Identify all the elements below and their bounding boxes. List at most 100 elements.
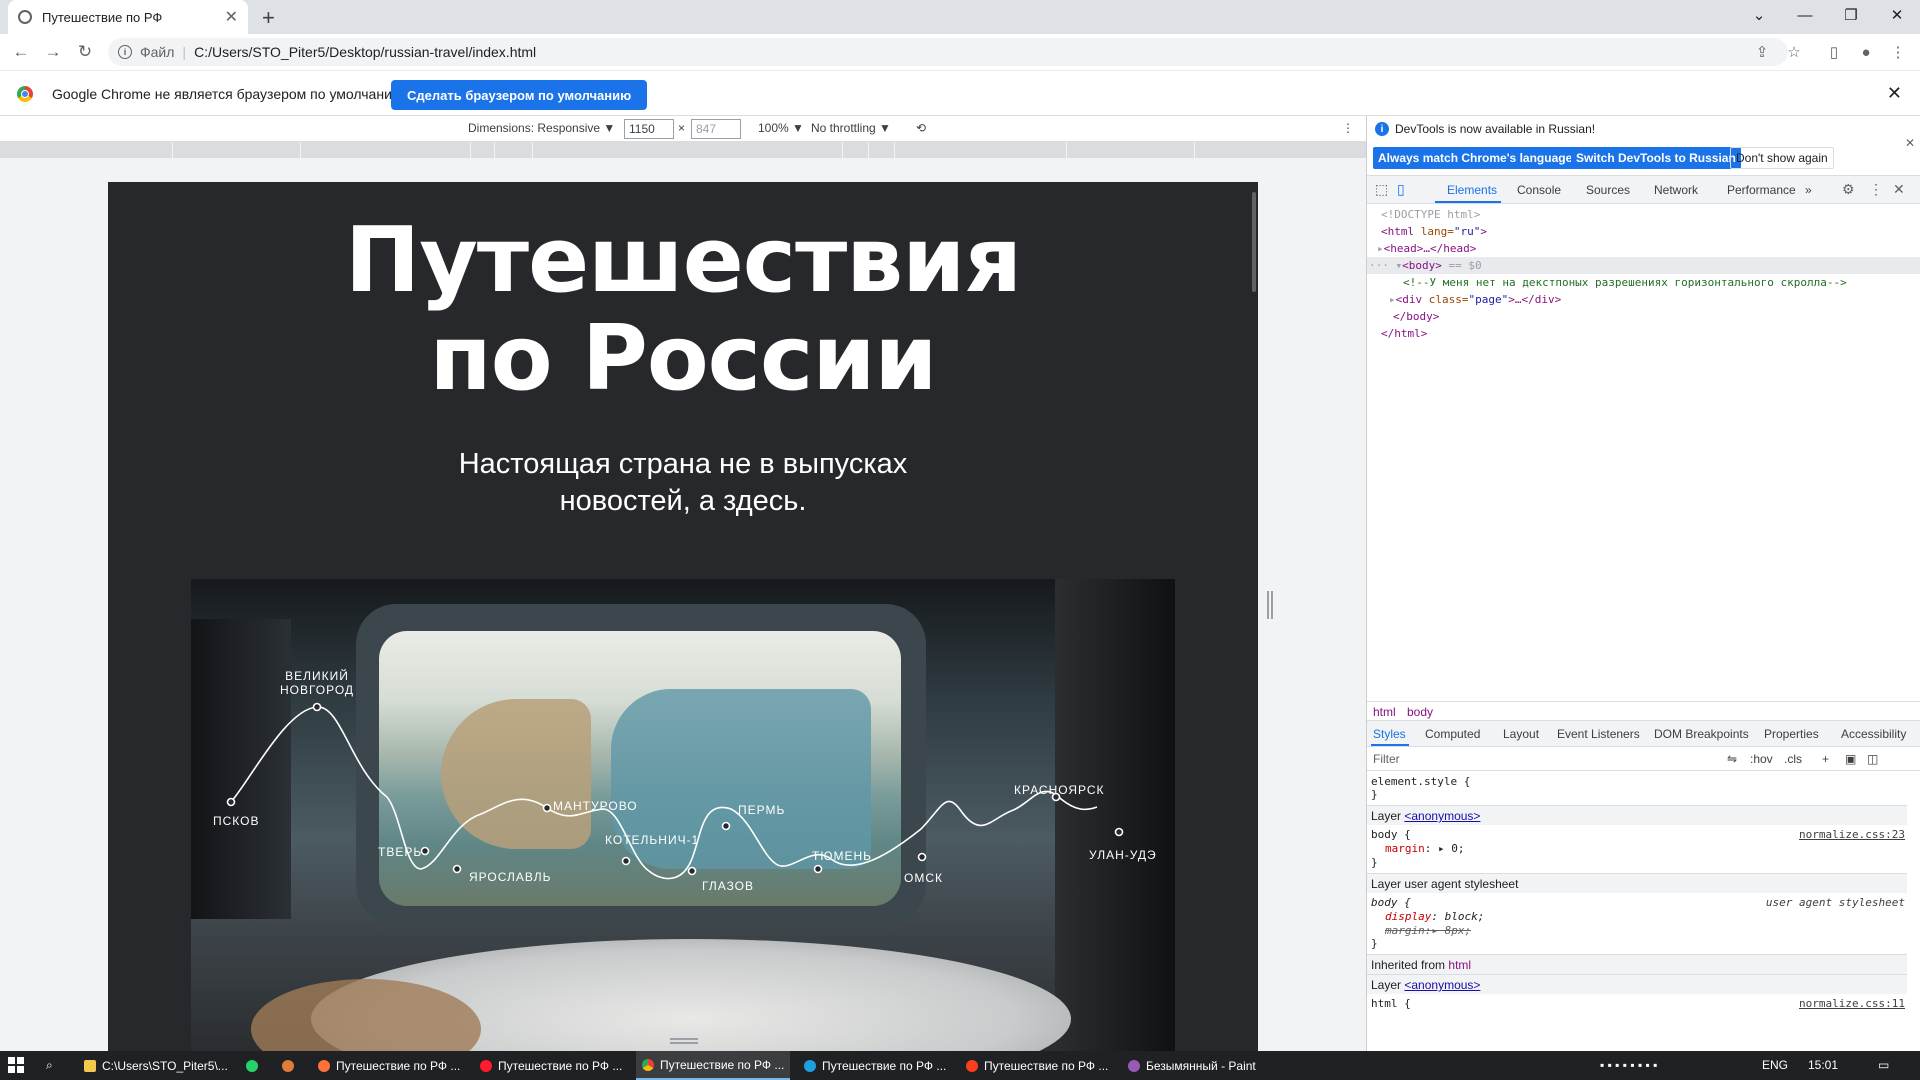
settings-gear-icon[interactable]: ⚙ <box>1842 181 1855 198</box>
normalize-source-link-1[interactable]: normalize.css:23 <box>1799 828 1905 841</box>
bookmark-star-icon[interactable]: ☆ <box>1780 34 1808 70</box>
crumb-body[interactable]: body <box>1407 705 1433 719</box>
cls-button[interactable]: .cls <box>1784 752 1802 766</box>
margin-value: : ▸ 0; <box>1424 842 1465 855</box>
tab-sources[interactable]: Sources <box>1586 183 1630 197</box>
switch-russian-button[interactable]: Switch DevTools to Russian <box>1571 147 1741 169</box>
normalize-source-link-2[interactable]: normalize.css:11 <box>1799 997 1905 1010</box>
throttling-dropdown[interactable]: No throttling ▼ <box>811 121 891 135</box>
dom-head[interactable]: ▸<head>…</head> <box>1377 240 1476 258</box>
dom-html-close[interactable]: </html> <box>1381 325 1427 343</box>
reload-icon[interactable]: ↻ <box>70 37 100 67</box>
devtools-menu-icon[interactable]: ⋮ <box>1869 181 1883 198</box>
match-language-button[interactable]: Always match Chrome's language <box>1373 147 1578 169</box>
tab-performance[interactable]: Performance <box>1727 183 1796 197</box>
close-infobar-icon[interactable]: ✕ <box>1887 83 1902 104</box>
subtab-dom-breakpoints[interactable]: DOM Breakpoints <box>1654 727 1749 741</box>
minimize-icon[interactable]: — <box>1782 0 1828 30</box>
address-bar[interactable]: i Файл | C:/Users/STO_Piter5/Desktop/rus… <box>108 38 1788 66</box>
subtab-accessibility[interactable]: Accessibility <box>1841 727 1906 741</box>
taskbar-paint[interactable]: Безымянный - Paint <box>1122 1051 1262 1080</box>
profile-avatar-icon[interactable]: ● <box>1852 34 1880 70</box>
subtab-styles[interactable]: Styles <box>1373 727 1406 741</box>
crumb-html[interactable]: html <box>1373 705 1396 719</box>
paint-icon[interactable]: ▣ <box>1845 752 1856 766</box>
right-resize-handle[interactable] <box>1267 591 1273 619</box>
tab-network[interactable]: Network <box>1654 183 1698 197</box>
html-rule-selector[interactable]: html { <box>1371 997 1411 1010</box>
taskbar-opera[interactable]: Путешествие по РФ ... <box>474 1051 628 1080</box>
city-label-manturovo: МАНТУРОВО <box>553 799 638 813</box>
city-dot-perm <box>721 821 731 831</box>
tab-search-icon[interactable]: ⌄ <box>1736 0 1782 30</box>
taskbar-firefox[interactable]: Путешествие по РФ ... <box>312 1051 466 1080</box>
tray-time[interactable]: 15:01 <box>1808 1058 1838 1072</box>
dom-body-close[interactable]: </body> <box>1393 308 1439 326</box>
whatsapp-icon[interactable] <box>240 1051 264 1080</box>
new-tab-icon[interactable]: + <box>262 5 275 31</box>
close-notice-icon[interactable]: ✕ <box>1905 136 1915 150</box>
zoom-dropdown[interactable]: 100% ▼ <box>758 121 804 135</box>
media-query-ruler[interactable] <box>0 142 1366 158</box>
toggle-icon[interactable]: ⇋ <box>1727 752 1737 766</box>
margin-declaration[interactable]: margin: ▸ 0; <box>1385 842 1465 855</box>
hov-button[interactable]: :hov <box>1750 752 1773 766</box>
browser-tab[interactable]: Путешествие по РФ ✕ <box>8 0 248 34</box>
back-icon[interactable]: ← <box>6 37 36 67</box>
dom-html-open[interactable]: <html lang="ru"> <box>1381 223 1487 241</box>
dom-comment[interactable]: <!--У меня нет на декстпоных разрешениях… <box>1403 274 1847 292</box>
layer-anon-header-1: Layer <anonymous> <box>1367 805 1907 825</box>
width-input[interactable]: 1150 <box>624 119 674 139</box>
dom-doctype[interactable]: <!DOCTYPE html> <box>1381 206 1480 224</box>
layer-anon-link-2[interactable]: <anonymous> <box>1404 978 1480 992</box>
dimensions-dropdown[interactable]: Dimensions: Responsive ▼ <box>468 121 615 135</box>
filter-input[interactable]: Filter <box>1373 752 1400 766</box>
subtab-layout[interactable]: Layout <box>1503 727 1539 741</box>
inherited-element[interactable]: html <box>1448 958 1471 972</box>
bottom-resize-handle[interactable] <box>670 1038 698 1044</box>
taskbar-yandex[interactable]: Путешествие по РФ ... <box>960 1051 1114 1080</box>
layer-anon-header-2: Layer <anonymous> <box>1367 974 1907 994</box>
height-input[interactable]: 847 <box>691 119 741 139</box>
close-devtools-icon[interactable]: ✕ <box>1893 181 1905 198</box>
close-tab-icon[interactable]: ✕ <box>225 7 238 27</box>
subtab-properties[interactable]: Properties <box>1764 727 1819 741</box>
subtab-computed[interactable]: Computed <box>1425 727 1480 741</box>
restore-icon[interactable]: ❐ <box>1828 0 1874 30</box>
tray-icons[interactable]: ▪ ▪ ▪ ▪ ▪ ▪ ▪ ▪ <box>1600 1058 1657 1072</box>
chrome-menu-icon[interactable]: ⋮ <box>1884 34 1912 70</box>
tab-console[interactable]: Console <box>1517 183 1561 197</box>
layer-anon-link-1[interactable]: <anonymous> <box>1404 809 1480 823</box>
subtab-event-listeners[interactable]: Event Listeners <box>1557 727 1640 741</box>
new-rule-icon[interactable]: + <box>1822 752 1829 766</box>
close-window-icon[interactable]: ✕ <box>1874 0 1920 30</box>
city-dot-novgorod <box>312 702 322 712</box>
notifications-icon[interactable]: ▭ <box>1878 1058 1889 1072</box>
taskbar-edge[interactable]: Путешествие по РФ ... <box>798 1051 952 1080</box>
device-toolbar-icon[interactable]: ▯ <box>1397 181 1405 198</box>
inspect-element-icon[interactable]: ⬚ <box>1375 181 1388 198</box>
side-panel-icon[interactable]: ▯ <box>1820 34 1848 70</box>
device-more-icon[interactable]: ⋮ <box>1342 121 1354 135</box>
app-icon[interactable] <box>276 1051 300 1080</box>
rotate-icon[interactable]: ⟲ <box>916 121 926 135</box>
tab-elements[interactable]: Elements <box>1447 183 1497 197</box>
dom-body[interactable]: ··· ▾<body> == $0 <box>1369 257 1482 275</box>
taskbar-chrome[interactable]: Путешествие по РФ ... <box>636 1051 791 1080</box>
taskbar-explorer-label: C:\Users\STO_Piter5\... <box>102 1058 228 1073</box>
address-url[interactable]: C:/Users/STO_Piter5/Desktop/russian-trav… <box>194 44 536 60</box>
dont-show-again-button[interactable]: Don't show again <box>1730 147 1834 169</box>
more-tabs-icon[interactable]: » <box>1805 183 1812 197</box>
dom-div-page[interactable]: ▸<div class="page">…</div> <box>1389 291 1561 309</box>
taskbar-explorer[interactable]: C:\Users\STO_Piter5\... <box>78 1051 234 1080</box>
sidebar-toggle-icon[interactable]: ◫ <box>1867 752 1878 766</box>
info-icon[interactable]: i <box>118 45 132 59</box>
search-icon[interactable]: ⌕ <box>40 1051 59 1080</box>
element-style-rule[interactable]: element.style { <box>1371 775 1470 788</box>
windows-start-icon[interactable] <box>8 1057 24 1073</box>
set-default-browser-button[interactable]: Сделать браузером по умолчанию <box>391 80 648 110</box>
share-icon[interactable]: ⇪ <box>1748 34 1776 70</box>
body-rule-selector[interactable]: body { <box>1371 828 1411 841</box>
tray-lang[interactable]: ENG <box>1762 1058 1788 1072</box>
forward-icon[interactable]: → <box>38 37 68 67</box>
